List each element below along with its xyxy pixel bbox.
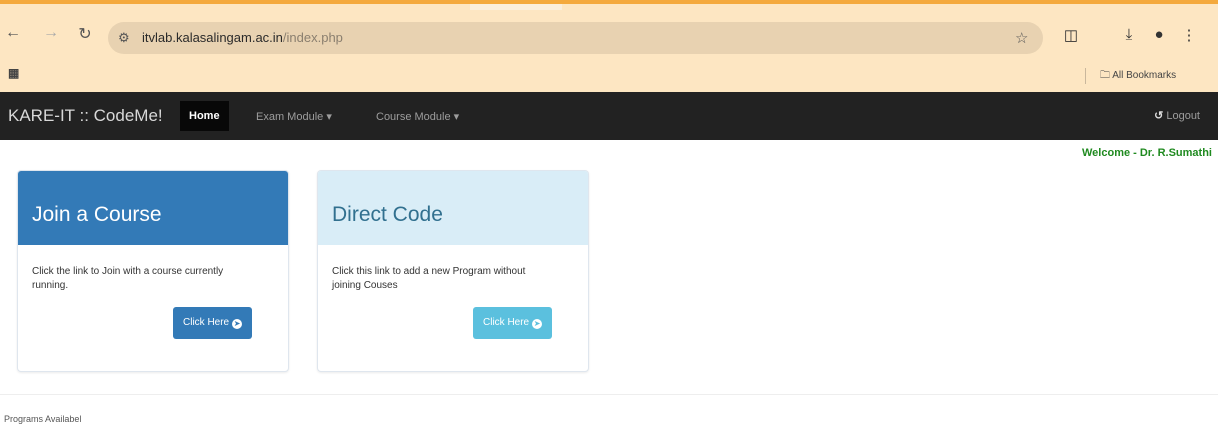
logout-label: Logout — [1166, 110, 1200, 122]
nav-course-module[interactable]: Course Module ▾ — [376, 110, 459, 123]
brand-link[interactable]: KARE-IT :: CodeMe! — [8, 106, 163, 126]
logout-link[interactable]: ↺ Logout — [1154, 109, 1200, 122]
nav-exam-module-label: Exam Module — [256, 111, 324, 123]
download-icon[interactable]: ⤓ — [1120, 26, 1138, 43]
nav-exam-module[interactable]: Exam Module ▾ — [256, 110, 332, 123]
join-course-description: Click the link to Join with a course cur… — [32, 266, 224, 291]
forward-icon[interactable]: → — [42, 24, 60, 42]
direct-code-heading: Direct Code — [318, 171, 588, 245]
caret-down-icon: ▾ — [453, 111, 460, 123]
logout-icon: ↺ — [1154, 110, 1164, 122]
join-course-panel: Join a Course Click the link to Join wit… — [17, 170, 289, 372]
direct-code-description: Click this link to add a new Program wit… — [332, 266, 526, 291]
join-course-button[interactable]: Click Here ➤ — [173, 307, 253, 339]
arrow-circle-right-icon: ➤ — [232, 319, 243, 329]
arrow-circle-right-icon: ➤ — [532, 319, 543, 329]
bookmark-star-icon[interactable]: ☆ — [1015, 29, 1028, 47]
address-bar[interactable]: ⚙ itvlab.kalasalingam.ac.in/index.php — [108, 22, 1043, 54]
mic-icon[interactable]: ● — [1150, 26, 1168, 43]
bookmark-divider — [1085, 68, 1086, 84]
caret-down-icon: ▾ — [326, 111, 332, 123]
url-path: /index.php — [282, 30, 343, 45]
join-course-heading: Join a Course — [18, 171, 288, 245]
address-url[interactable]: itvlab.kalasalingam.ac.in/index.php — [142, 30, 343, 45]
section-divider — [0, 394, 1218, 395]
join-course-button-label: Click Here — [183, 317, 230, 328]
site-settings-icon[interactable]: ⚙ — [118, 30, 130, 46]
kebab-menu-icon[interactable]: ⋮ — [1180, 26, 1198, 44]
back-icon[interactable]: ← — [4, 24, 22, 42]
nav-home[interactable]: Home — [180, 101, 229, 131]
direct-code-button[interactable]: Click Here ➤ — [473, 307, 553, 339]
nav-course-module-label: Course Module — [376, 111, 451, 123]
apps-grid-icon[interactable]: ▦ — [8, 66, 19, 80]
all-bookmarks-label: All Bookmarks — [1112, 70, 1177, 81]
active-tab-edge[interactable] — [470, 4, 562, 10]
all-bookmarks-button[interactable]: 🗀 All Bookmarks — [1100, 68, 1176, 85]
extensions-icon[interactable]: ◫ — [1062, 26, 1080, 44]
browser-toolbar: ← → ↻ ⚙ itvlab.kalasalingam.ac.in/index.… — [0, 0, 1218, 92]
direct-code-panel: Direct Code Click this link to add a new… — [317, 170, 589, 372]
url-host: itvlab.kalasalingam.ac.in — [142, 30, 283, 45]
app-navbar: KARE-IT :: CodeMe! Home Exam Module ▾ Co… — [0, 92, 1218, 140]
direct-code-button-label: Click Here — [483, 317, 530, 328]
reload-icon[interactable]: ↻ — [76, 24, 94, 44]
welcome-message: Welcome - Dr. R.Sumathi — [1082, 147, 1212, 159]
